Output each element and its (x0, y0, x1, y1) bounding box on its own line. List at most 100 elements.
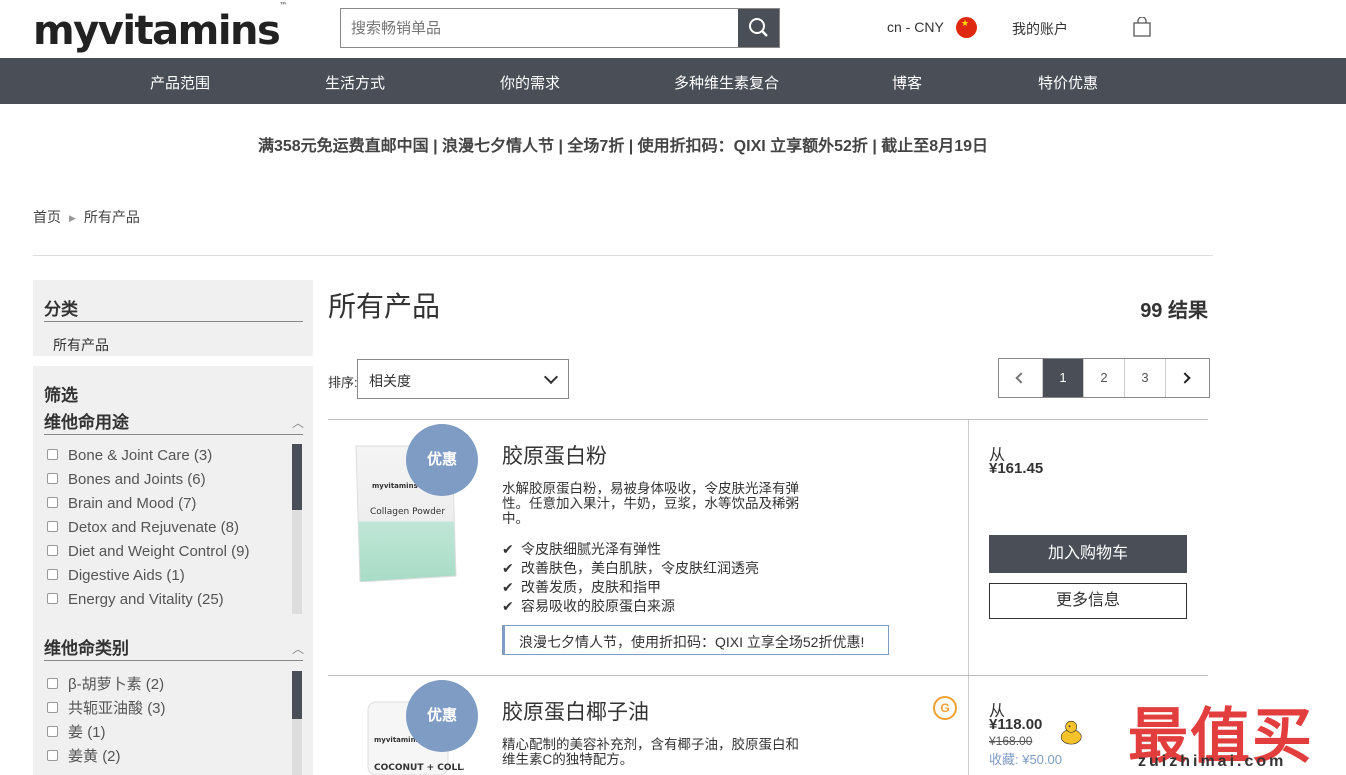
more-info-button[interactable]: 更多信息 (989, 583, 1187, 619)
gold-badge-icon: G (933, 696, 957, 720)
offer-banner[interactable]: 浪漫七夕情人节，使用折扣码：QIXI 立享全场52折优惠! (502, 625, 889, 655)
filter-option[interactable]: β-胡萝卜素 (2) (47, 673, 164, 693)
filter-option[interactable]: 姜 (1) (47, 721, 106, 741)
nav-item-product-range[interactable]: 产品范围 (150, 72, 210, 93)
page-3-button[interactable]: 3 (1125, 359, 1166, 397)
logo[interactable]: myvitamins™ (33, 1, 287, 54)
filter-group-title-usage[interactable]: 维他命用途 (44, 408, 129, 433)
checkbox[interactable] (47, 726, 58, 737)
svg-text:COCONUT + COLLAGEN: COCONUT + COLLAGEN (374, 763, 464, 773)
nav-item-your-needs[interactable]: 你的需求 (500, 72, 560, 93)
filter-option-label: Brain and Mood (68, 495, 174, 512)
check-icon: ✔ (502, 560, 514, 576)
product-feature-label: 改善发质，皮肤和指甲 (521, 579, 661, 595)
filter-option-label: Energy and Vitality (68, 591, 193, 608)
breadcrumb-home[interactable]: 首页 (33, 209, 61, 225)
scrollbar-thumb[interactable] (292, 671, 302, 719)
product-feature-label: 改善肤色，美白肌肤，令皮肤红润透亮 (521, 560, 759, 576)
checkbox[interactable] (47, 545, 58, 556)
chevron-up-icon[interactable]: ︿ (292, 640, 304, 657)
filter-option[interactable]: Diet and Weight Control (9) (47, 543, 250, 563)
original-price: ¥168.00 (989, 734, 1033, 748)
page-1-button[interactable]: 1 (1043, 359, 1084, 397)
category-item-all-products[interactable]: 所有产品 (53, 335, 109, 355)
checkbox[interactable] (47, 473, 58, 484)
nav-item-blog[interactable]: 博客 (892, 72, 922, 93)
china-flag-icon[interactable] (956, 17, 977, 38)
product-feature-label: 令皮肤细腻光泽有弹性 (521, 541, 661, 557)
filter-panel: 筛选 维他命用途 ︿ Bone & Joint Care (3) Bones a… (33, 366, 313, 775)
sort-label: 排序: (328, 375, 358, 390)
filter-option[interactable]: Bone & Joint Care (3) (47, 447, 212, 467)
scrollbar[interactable] (292, 444, 302, 614)
product-name[interactable]: 胶原蛋白椰子油 (502, 696, 649, 726)
filter-option[interactable]: Brain and Mood (7) (47, 495, 196, 515)
divider (968, 420, 969, 675)
divider (968, 676, 969, 775)
page-2-button[interactable]: 2 (1084, 359, 1125, 397)
divider (328, 675, 1208, 676)
check-icon: ✔ (502, 541, 514, 557)
category-title: 分类 (44, 300, 78, 319)
checkbox[interactable] (47, 449, 58, 460)
filter-group-title-type[interactable]: 维他命类别 (44, 634, 129, 659)
filter-option[interactable]: Digestive Aids (1) (47, 567, 185, 587)
breadcrumb-current: 所有产品 (83, 209, 140, 225)
search-button[interactable] (738, 9, 779, 47)
next-page-button[interactable] (1166, 359, 1209, 397)
filter-option-label: β-胡萝卜素 (68, 676, 142, 693)
filter-option-count: (3) (147, 700, 166, 717)
product-name[interactable]: 胶原蛋白粉 (502, 440, 607, 470)
search-input[interactable] (341, 9, 739, 47)
checkbox[interactable] (47, 593, 58, 604)
savings-label: 收藏: ¥50.00 (989, 752, 1062, 767)
checkbox[interactable] (47, 569, 58, 580)
filter-option-count: (9) (231, 543, 250, 560)
filter-option[interactable]: Bones and Joints (6) (47, 471, 206, 491)
promo-banner[interactable]: 满358元免运费直邮中国 | 浪漫七夕情人节 | 全场7折 | 使用折扣码：QI… (0, 132, 1246, 156)
product-price: ¥161.45 (989, 460, 1044, 477)
prev-page-button[interactable] (999, 359, 1043, 397)
add-to-cart-button[interactable]: 加入购物车 (989, 535, 1187, 573)
filter-option[interactable]: 姜黄 (2) (47, 745, 121, 765)
shopping-bag-icon[interactable] (1132, 17, 1152, 37)
nav-item-multivitamins[interactable]: 多种维生素复合 (674, 72, 779, 93)
currency-selector[interactable]: cn - CNY (887, 19, 944, 35)
my-account-link[interactable]: 我的账户 (1012, 19, 1068, 39)
filter-option-label: Diet and Weight Control (68, 543, 227, 560)
filter-option[interactable]: Energy and Vitality (25) (47, 591, 224, 611)
checkbox[interactable] (47, 750, 58, 761)
sort-dropdown[interactable]: 相关度 (357, 359, 569, 399)
search-icon (749, 18, 768, 37)
chevron-right-icon: ▶ (69, 213, 76, 223)
nav-item-lifestyle[interactable]: 生活方式 (325, 72, 385, 93)
divider (33, 255, 1213, 256)
filter-option-count: (6) (187, 471, 206, 488)
checkbox[interactable] (47, 702, 58, 713)
filter-option[interactable]: 共轭亚油酸 (3) (47, 697, 166, 717)
svg-text:myvitamins: myvitamins (372, 482, 418, 490)
product-price: ¥118.00 (989, 716, 1043, 733)
chevron-up-icon[interactable]: ︿ (292, 414, 304, 431)
filter-option-label: Digestive Aids (68, 567, 163, 584)
product-description: 精心配制的美容补充剂，含有椰子油，胶原蛋白和维生素C的独特配方。 (502, 737, 799, 767)
main-nav: 产品范围 生活方式 你的需求 多种维生素复合 博客 特价优惠 (0, 58, 1346, 104)
sort-value: 相关度 (369, 373, 411, 389)
product-description: 水解胶原蛋白粉，易被身体吸收，令皮肤光泽有弹性。任意加入果汁，牛奶，豆浆，水等饮… (502, 481, 799, 526)
check-icon: ✔ (502, 598, 514, 614)
checkbox[interactable] (47, 521, 58, 532)
divider (44, 321, 303, 322)
pagination: 1 2 3 (998, 358, 1210, 398)
scrollbar-thumb[interactable] (292, 444, 302, 510)
header: myvitamins™ cn - CNY 我的账户 (0, 0, 1346, 58)
category-panel: 分类 所有产品 (33, 280, 313, 356)
scrollbar[interactable] (292, 671, 302, 775)
filter-option-label: 姜 (68, 724, 84, 741)
checkbox[interactable] (47, 497, 58, 508)
nav-item-offers[interactable]: 特价优惠 (1038, 72, 1098, 93)
filter-option-count: (2) (102, 748, 121, 765)
sale-badge: 优惠 (406, 424, 478, 496)
checkbox[interactable] (47, 678, 58, 689)
filter-option[interactable]: Detox and Rejuvenate (8) (47, 519, 239, 539)
filter-title: 筛选 (44, 386, 78, 405)
